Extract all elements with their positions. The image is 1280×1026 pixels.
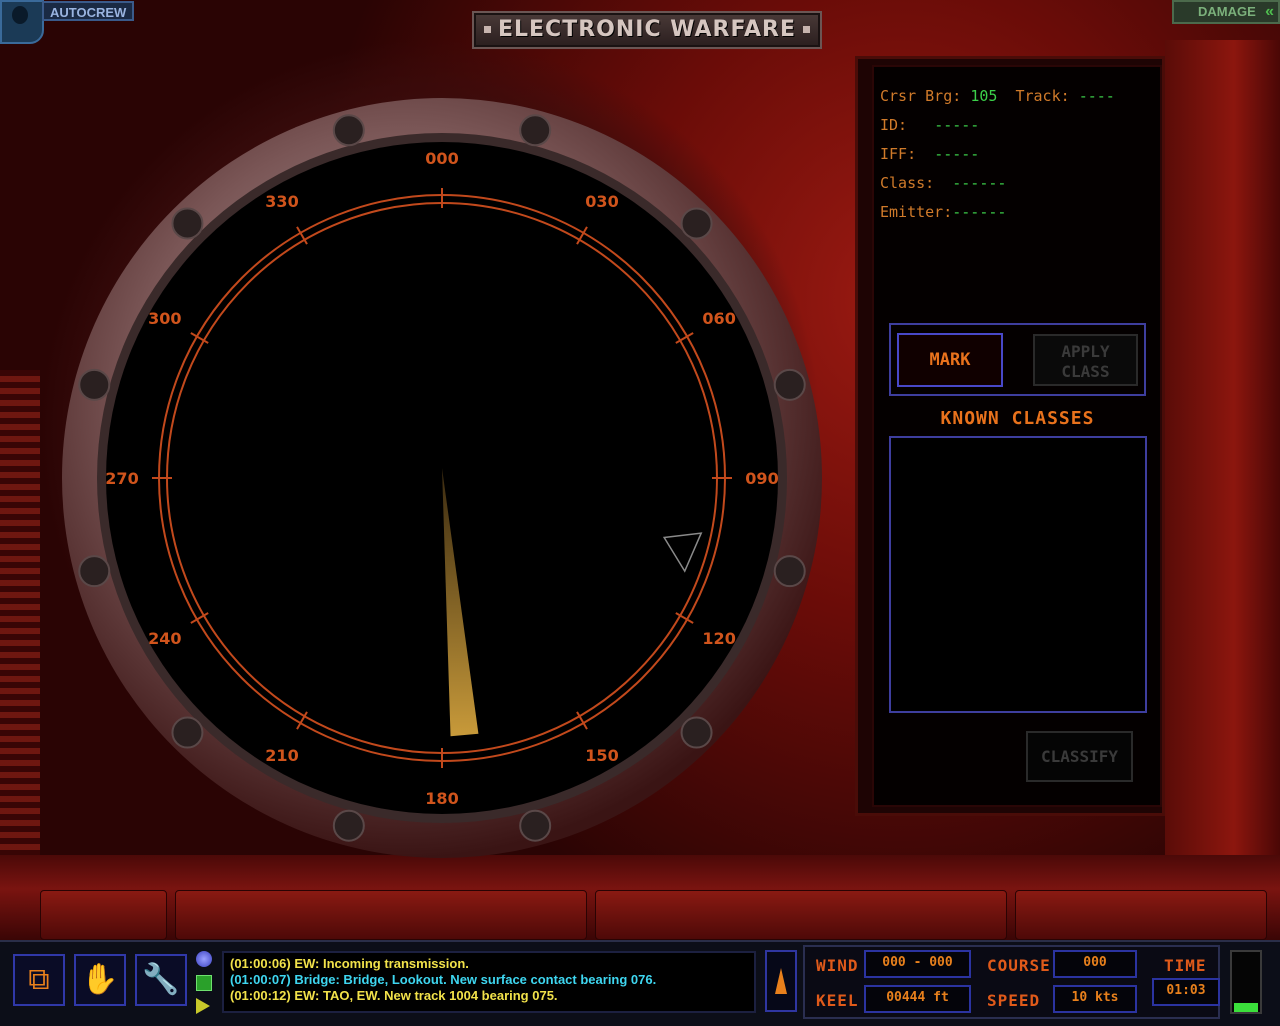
id-readout: ID: ----- <box>880 116 979 134</box>
known-classes-list[interactable] <box>889 436 1147 713</box>
message-time: (01:00:07) <box>230 972 291 987</box>
course-label: COURSE <box>987 956 1051 975</box>
mark-button[interactable]: MARK <box>897 333 1003 387</box>
message-text: EW: Incoming transmission. <box>290 956 469 971</box>
bearing-label: 330 <box>265 192 298 211</box>
bezel-bolt-icon <box>773 368 806 401</box>
emitter-label: Emitter: <box>880 203 953 221</box>
apply-class-label-line2: CLASS <box>1061 362 1110 381</box>
scope-display <box>106 142 778 814</box>
windows-button[interactable]: ⧉ <box>13 954 65 1006</box>
bearing-label: 150 <box>585 746 618 765</box>
crsr-brg-value: 105 <box>970 87 998 105</box>
play-icon[interactable] <box>196 998 210 1014</box>
track-value: ---- <box>1078 87 1115 105</box>
bezel-bolt-icon <box>680 716 713 749</box>
speed-label: SPEED <box>987 991 1041 1010</box>
bezel-bolt-icon <box>78 555 111 588</box>
bezel-bolt-icon <box>332 809 365 842</box>
time-compression-fill <box>1234 1003 1258 1012</box>
alert-button[interactable]: ✋ <box>74 954 126 1006</box>
bezel-bolt-icon <box>78 368 111 401</box>
crsr-brg-label: Crsr Brg: <box>880 87 962 105</box>
panel-block <box>1015 890 1267 940</box>
bezel-bolt-icon <box>773 555 806 588</box>
message-line-3: (01:00:12) EW: TAO, EW. New track 1004 b… <box>230 988 558 1003</box>
course-value: 000 <box>1053 950 1137 978</box>
keel-label: KEEL <box>816 991 859 1010</box>
bearing-label: 270 <box>105 469 138 488</box>
bearing-label: 240 <box>148 629 181 648</box>
message-text: Bridge: Bridge, Lookout. New surface con… <box>290 972 657 987</box>
bearing-label: 030 <box>585 192 618 211</box>
message-time: (01:00:12) <box>230 988 291 1003</box>
class-readout: Class: ------ <box>880 174 1006 192</box>
emitter-readout: Emitter:------ <box>880 203 1006 221</box>
bearing-label: 180 <box>425 789 458 808</box>
apply-class-button[interactable]: APPLY CLASS <box>1033 334 1138 386</box>
bezel-bolt-icon <box>680 207 713 240</box>
bearing-label: 000 <box>425 149 458 168</box>
emitter-value: ------ <box>952 203 1007 221</box>
damage-label: DAMAGE <box>1198 4 1256 19</box>
bezel-bolt-icon <box>519 114 552 147</box>
alert-hand-icon: ✋ <box>81 962 119 997</box>
track-label: Track: <box>1015 87 1070 105</box>
time-value: 01:03 <box>1152 978 1220 1006</box>
windows-icon: ⧉ <box>28 962 50 997</box>
wrench-icon: 🔧 <box>142 962 180 997</box>
message-line-2: (01:00:07) Bridge: Bridge, Lookout. New … <box>230 972 656 987</box>
iff-value: ----- <box>934 145 980 163</box>
class-label: Class: <box>880 174 935 192</box>
wind-value: 000 - 000 <box>864 950 971 978</box>
settings-button[interactable]: 🔧 <box>135 954 187 1006</box>
bearing-label: 060 <box>702 309 735 328</box>
time-label: TIME <box>1164 956 1207 975</box>
wind-label: WIND <box>816 956 859 975</box>
iff-label: IFF: <box>880 145 917 163</box>
double-chevron-icon: « <box>1265 3 1274 20</box>
id-value: ----- <box>934 116 980 134</box>
stop-icon[interactable] <box>196 975 212 991</box>
class-value: ------ <box>952 174 1007 192</box>
ew-scope[interactable]: 000 030 060 090 120 150 180 210 240 270 300 330 <box>0 0 850 900</box>
speed-value: 10 kts <box>1053 985 1137 1013</box>
known-classes-title: KNOWN CLASSES <box>940 408 1095 429</box>
iff-readout: IFF: ----- <box>880 145 979 163</box>
bezel-bolt-icon <box>332 114 365 147</box>
blue-indicator-icon[interactable] <box>196 951 212 967</box>
bearing-label: 090 <box>745 469 778 488</box>
keel-value: 00444 ft <box>864 985 971 1013</box>
message-time: (01:00:06) <box>230 956 291 971</box>
damage-button[interactable]: DAMAGE « <box>1172 0 1280 24</box>
message-line-1: (01:00:06) EW: Incoming transmission. <box>230 956 469 971</box>
bearing-label: 210 <box>265 746 298 765</box>
bezel-bolt-icon <box>171 207 204 240</box>
wall-right <box>1165 40 1280 900</box>
heading-arrow-icon <box>775 968 787 994</box>
bearing-label: 300 <box>148 309 181 328</box>
classify-button[interactable]: CLASSIFY <box>1026 731 1133 782</box>
cursor-bearing-readout: Crsr Brg: 105 Track: ---- <box>880 87 1115 105</box>
bezel-bolt-icon <box>519 809 552 842</box>
id-label: ID: <box>880 116 908 134</box>
bezel-bolt-icon <box>171 716 204 749</box>
apply-class-label-line1: APPLY <box>1061 342 1110 361</box>
bearing-label: 120 <box>702 629 735 648</box>
message-text: EW: TAO, EW. New track 1004 bearing 075. <box>290 988 558 1003</box>
